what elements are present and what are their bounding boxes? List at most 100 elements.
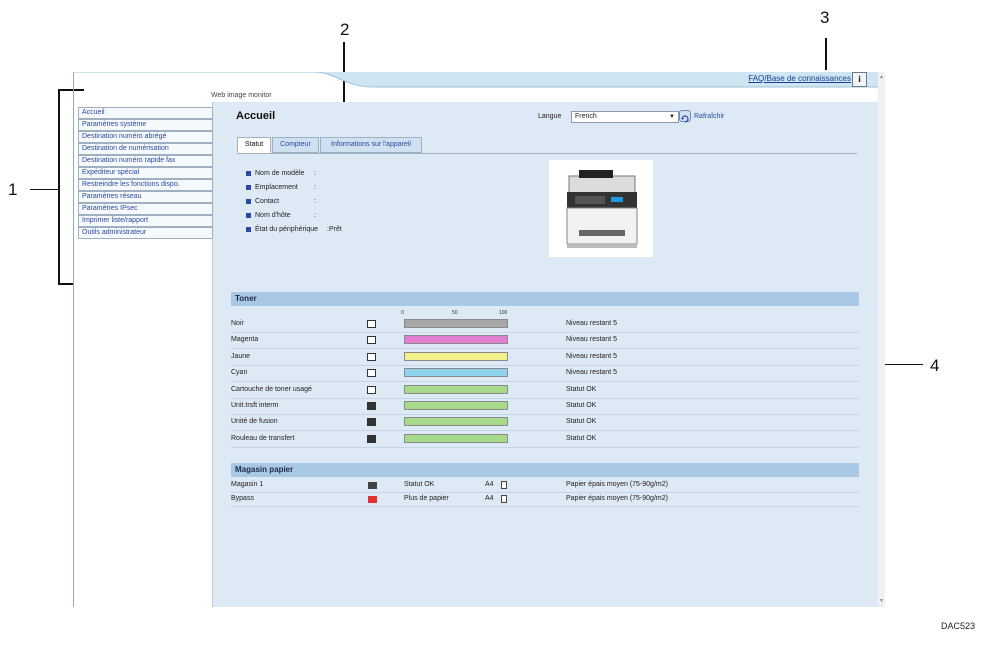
- tray-name: Magasin 1: [231, 481, 264, 488]
- info-value: :: [314, 198, 316, 205]
- info-row-model: Nom de modèle: [246, 170, 304, 177]
- sidebar-item-accueil[interactable]: Accueil: [78, 107, 213, 119]
- bullet-icon: [246, 212, 251, 218]
- unit-icon: [367, 435, 376, 443]
- callout-3-leader: [825, 38, 827, 70]
- language-label: Langue: [538, 113, 562, 120]
- toner-status: Statut OK: [566, 386, 597, 393]
- paper-size: A4: [485, 495, 494, 502]
- sidebar-item-destination-numero-rapide-fax[interactable]: Destination numéro rapide fax: [78, 155, 213, 167]
- info-row-contact: Contact: [246, 198, 279, 205]
- toner-level-fill: [405, 435, 507, 442]
- info-value: :Prêt: [327, 226, 342, 233]
- scroll-up-icon[interactable]: ▲: [879, 74, 884, 80]
- tab-compteur[interactable]: Compteur: [272, 137, 319, 153]
- tab-statut[interactable]: Statut: [237, 137, 271, 153]
- toner-level-fill: [405, 336, 507, 343]
- toner-name: Cyan: [231, 369, 248, 376]
- info-value: :: [314, 170, 316, 177]
- scale-50: 50: [452, 310, 458, 316]
- toner-status: Niveau restant 5: [566, 353, 617, 360]
- row-divider: [231, 414, 859, 415]
- toner-status: Statut OK: [566, 435, 597, 442]
- row-divider: [231, 381, 859, 382]
- info-label: État du périphérique: [255, 226, 319, 233]
- toner-status: Niveau restant 5: [566, 336, 617, 343]
- info-icon[interactable]: i: [852, 72, 867, 87]
- row-divider: [231, 430, 859, 431]
- row-divider: [231, 506, 859, 507]
- tray-name: Bypass: [231, 495, 254, 502]
- sidebar-item-parametres-ipsec[interactable]: Paramètres IPsec: [78, 203, 213, 215]
- toner-status: Niveau restant 5: [566, 369, 617, 376]
- unit-icon: [367, 402, 376, 410]
- scrollbar[interactable]: ▲ ▼: [878, 72, 885, 607]
- language-select[interactable]: French ▼: [571, 111, 679, 123]
- toner-level-bar: [404, 401, 508, 410]
- toner-level-bar: [404, 368, 508, 377]
- bullet-icon: [246, 198, 251, 204]
- sidebar-item-parametres-systeme[interactable]: Paramètres système: [78, 119, 213, 131]
- row-divider: [231, 348, 859, 349]
- toner-level-bar: [404, 352, 508, 361]
- app-name: Web image monitor: [211, 92, 272, 99]
- info-row-hostname: Nom d'hôte: [246, 212, 291, 219]
- unit-icon: [367, 418, 376, 426]
- toner-level-fill: [405, 418, 507, 425]
- sidebar-item-restreindre-fonctions[interactable]: Restreindre les fonctions dispo.: [78, 179, 213, 191]
- toner-cartridge-icon: [367, 336, 376, 344]
- scale-0: 0: [401, 310, 404, 316]
- toner-name: Jaune: [231, 353, 251, 360]
- toner-name: Unit.trsft interm: [231, 402, 279, 409]
- toner-level-fill: [405, 369, 507, 376]
- toner-name: Magenta: [231, 336, 259, 343]
- sidebar-item-parametres-reseau[interactable]: Paramètres réseau: [78, 191, 213, 203]
- toner-cartridge-icon: [367, 353, 376, 361]
- callout-1: 1: [8, 180, 18, 199]
- callout-2: 2: [340, 20, 350, 39]
- tab-underline: [237, 153, 857, 154]
- toner-level-fill: [405, 386, 507, 393]
- toner-name: Unité de fusion: [231, 418, 278, 425]
- callout-3: 3: [820, 8, 830, 27]
- sidebar-item-imprimer-liste-rapport[interactable]: Imprimer liste/rapport: [78, 215, 213, 227]
- refresh-link[interactable]: Rafraîchir: [694, 113, 724, 120]
- toner-status: Niveau restant 5: [566, 320, 617, 327]
- callout-4: 4: [930, 356, 940, 375]
- toner-name: Noir: [231, 320, 244, 327]
- row-divider: [231, 365, 859, 366]
- info-row-location: Emplacement: [246, 184, 298, 191]
- toner-level-bar: [404, 319, 508, 328]
- sidebar-item-destination-numerisation[interactable]: Destination de numérisation: [78, 143, 213, 155]
- toner-cartridge-icon: [367, 320, 376, 328]
- sidebar-item-expediteur-special[interactable]: Expéditeur spécial: [78, 167, 213, 179]
- sidebar: Accueil Paramètres système Destination n…: [74, 102, 213, 607]
- sidebar-item-destination-numero-abrege[interactable]: Destination numéro abrégé: [78, 131, 213, 143]
- sidebar-item-outils-administrateur[interactable]: Outils administrateur: [78, 227, 213, 239]
- info-label: Emplacement: [255, 184, 298, 191]
- paper-size: A4: [485, 481, 494, 488]
- bullet-icon: [246, 170, 251, 176]
- callout-1-bracket: [58, 89, 60, 285]
- main-content: Accueil Langue French ▼ Rafraîchir Statu…: [213, 102, 879, 607]
- toner-status: Statut OK: [566, 402, 597, 409]
- toner-level-bar: [404, 417, 508, 426]
- chevron-down-icon: ▼: [669, 114, 675, 120]
- language-value: French: [575, 113, 597, 120]
- toner-name: Rouleau de transfert: [231, 435, 295, 442]
- row-divider: [231, 332, 859, 333]
- paper-tray-icon: [368, 482, 377, 489]
- tray-status: Plus de papier: [404, 495, 449, 502]
- faq-link[interactable]: FAQ/Base de connaissances: [748, 74, 851, 83]
- row-divider: [231, 447, 859, 448]
- info-label: Nom de modèle: [255, 170, 305, 177]
- toner-level-bar: [404, 335, 508, 344]
- callout-4-leader: [881, 364, 923, 365]
- row-divider: [231, 398, 859, 399]
- tab-informations-appareil[interactable]: Informations sur l'appareil: [320, 137, 422, 153]
- figure-code: DAC523: [941, 621, 976, 631]
- info-label: Nom d'hôte: [255, 212, 291, 219]
- scroll-down-icon[interactable]: ▼: [879, 598, 884, 604]
- web-image-monitor-window: FAQ/Base de connaissances i Web image mo…: [73, 72, 879, 607]
- refresh-icon[interactable]: [679, 110, 691, 123]
